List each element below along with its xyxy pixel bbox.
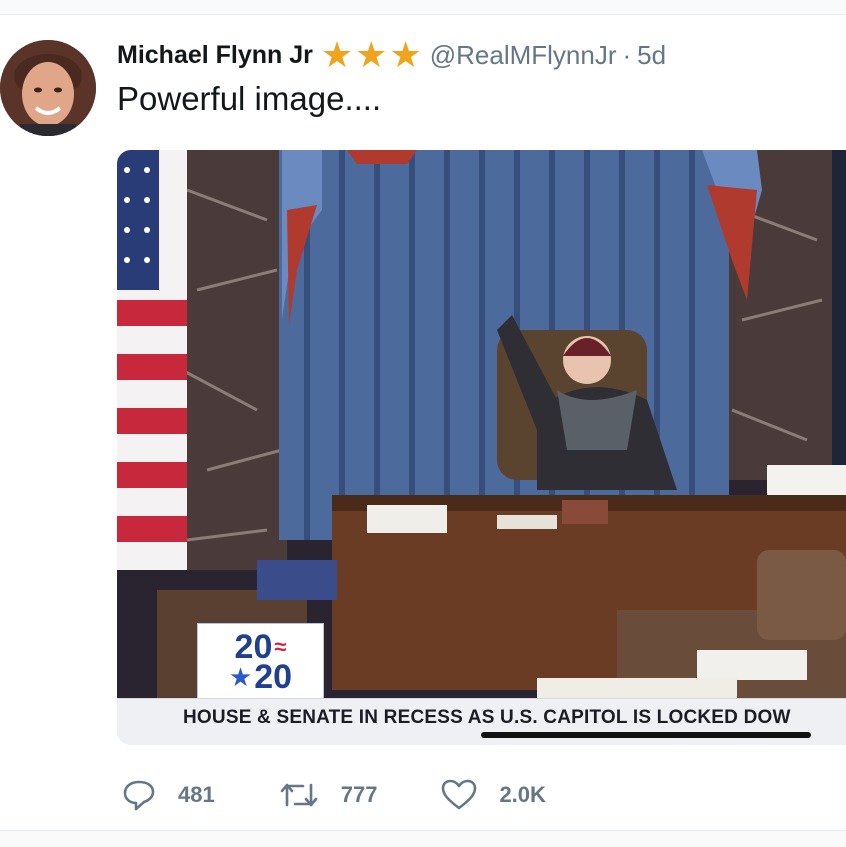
bottom-divider [0, 830, 846, 847]
author-handle[interactable]: @RealMFlynnJr [430, 40, 617, 71]
separator-dot: · [622, 39, 632, 70]
like-button[interactable]: 2.0K [441, 779, 546, 811]
tweet-header: Michael Flynn Jr ★ ★ ★ @RealMFlynnJr · 5… [117, 35, 666, 75]
video-progress-bar[interactable] [481, 732, 811, 738]
avatar[interactable] [0, 40, 96, 136]
like-count: 2.0K [499, 782, 546, 807]
logo-star-icon: ★ [228, 662, 253, 692]
retweet-button[interactable]: 777 [279, 780, 378, 810]
tweet-actions: 481 777 2.0K [122, 778, 610, 812]
top-divider [0, 0, 846, 15]
star-icon: ★ [389, 34, 422, 75]
retweet-icon [280, 783, 318, 807]
avatar-photo [0, 40, 96, 136]
star-icon: ★ [320, 34, 354, 75]
logo-line-2: 20 [254, 658, 293, 696]
reply-count: 481 [178, 782, 215, 807]
tweet-media[interactable]: 20 ≈ ★ 20 HOUSE & SENATE IN RECESS AS U.… [117, 150, 846, 745]
star-rating: ★ ★ ★ [321, 37, 424, 73]
reply-icon [123, 780, 155, 811]
retweet-count: 777 [340, 782, 378, 807]
tweet-age[interactable]: 5d [637, 40, 666, 71]
reply-button[interactable]: 481 [122, 779, 215, 811]
news-ticker: HOUSE & SENATE IN RECESS AS U.S. CAPITOL… [117, 698, 846, 745]
senate-chamber-photo [117, 150, 846, 698]
2020-logo: 20 ≈ ★ 20 [197, 623, 324, 701]
ticker-text: HOUSE & SENATE IN RECESS AS U.S. CAPITOL… [183, 707, 791, 728]
heart-icon [442, 779, 477, 810]
author-name[interactable]: Michael Flynn Jr [117, 41, 313, 70]
star-icon: ★ [355, 34, 388, 75]
tweet-text: Powerful image.... [117, 80, 382, 117]
